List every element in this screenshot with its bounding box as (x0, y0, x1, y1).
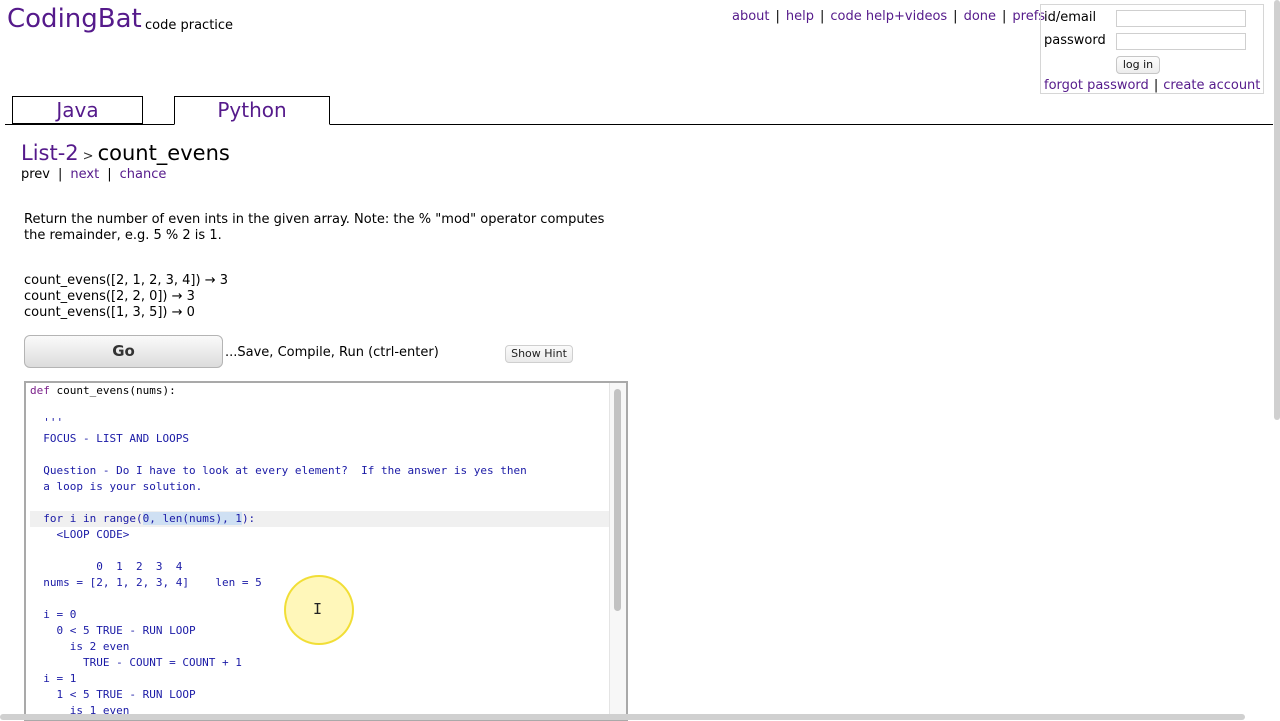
top-nav: about | help | code help+videos | done | prefs (732, 9, 1045, 24)
problem-nav: prev | next | chance (21, 167, 166, 182)
subnav-separator: | (58, 167, 63, 182)
def-keyword: def (30, 384, 50, 397)
go-button[interactable]: Go (24, 335, 223, 368)
nav-separator: | (1002, 9, 1007, 24)
code-line: i = 1 (30, 672, 77, 685)
breadcrumb: List-2 > count_evens (21, 141, 230, 165)
code-line: Question - Do I have to look at every el… (30, 464, 527, 477)
code-line: ''' (30, 416, 64, 429)
account-separator: | (1153, 78, 1159, 93)
code-line: 1 < 5 TRUE - RUN LOOP (30, 688, 196, 701)
code-line: FOCUS - LIST AND LOOPS (30, 432, 189, 445)
page-vertical-scrollbar[interactable] (1274, 0, 1280, 420)
breadcrumb-separator: > (82, 149, 94, 164)
password-input[interactable] (1116, 33, 1246, 50)
selected-text: 0, len(nums), 1 (142, 512, 242, 525)
password-label: password (1044, 33, 1106, 48)
code-line: <LOOP CODE> (30, 528, 130, 541)
example-line: count_evens([2, 1, 2, 3, 4]) → 3 (24, 273, 229, 288)
login-button[interactable]: log in (1116, 56, 1160, 74)
nav-separator: | (953, 9, 958, 24)
code-line: 0 1 2 3 4 (30, 560, 183, 573)
nav-separator: | (775, 9, 780, 24)
account-links: forgot password | create account (1044, 78, 1260, 93)
page-horizontal-scrollbar[interactable] (0, 714, 1245, 720)
for-suffix: ): (241, 512, 256, 525)
tab-java[interactable]: Java (12, 96, 143, 124)
forgot-password-link[interactable]: forgot password (1044, 78, 1149, 93)
show-hint-button[interactable]: Show Hint (505, 345, 573, 363)
examples: count_evens([2, 1, 2, 3, 4]) → 3 count_e… (24, 273, 228, 321)
page-title: count_evens (97, 141, 230, 165)
example-line: count_evens([1, 3, 5]) → 0 (24, 305, 195, 320)
chance-link[interactable]: chance (120, 167, 167, 182)
editor-scroll-thumb[interactable] (614, 389, 621, 611)
problem-description: Return the number of even ints in the gi… (24, 212, 605, 243)
nav-about[interactable]: about (732, 9, 770, 24)
login-panel: id/email password log in forgot password… (1040, 4, 1264, 94)
subnav-separator: | (107, 167, 112, 182)
create-account-link[interactable]: create account (1163, 78, 1260, 93)
nav-done[interactable]: done (964, 9, 996, 24)
nav-code-help-videos[interactable]: code help+videos (830, 9, 947, 24)
for-prefix: for i in range( (30, 512, 143, 525)
go-description: ...Save, Compile, Run (ctrl-enter) (225, 345, 439, 360)
editor-scrollbar[interactable] (609, 383, 626, 719)
code-line: a loop is your solution. (30, 480, 203, 493)
code-area[interactable]: def count_evens(nums): ''' FOCUS - LIST … (30, 383, 610, 719)
code-editor[interactable]: def count_evens(nums): ''' FOCUS - LIST … (24, 381, 628, 721)
id-email-input[interactable] (1116, 10, 1246, 27)
breadcrumb-section-link[interactable]: List-2 (21, 141, 79, 165)
nav-help[interactable]: help (786, 9, 814, 24)
tab-python[interactable]: Python (174, 96, 330, 125)
code-line: TRUE - COUNT = COUNT + 1 (30, 656, 242, 669)
prev-label: prev (21, 167, 51, 182)
logo[interactable]: CodingBat (7, 4, 142, 34)
text-cursor-icon: I (313, 600, 323, 618)
example-line: count_evens([2, 2, 0]) → 3 (24, 289, 195, 304)
next-link[interactable]: next (70, 167, 99, 182)
id-email-label: id/email (1044, 10, 1097, 25)
code-line-def: def count_evens(nums): (30, 383, 610, 399)
def-signature: count_evens(nums): (49, 384, 176, 397)
nav-separator: | (820, 9, 825, 24)
tagline: code practice (145, 18, 234, 33)
code-line-active: for i in range(0, len(nums), 1): (30, 511, 610, 527)
